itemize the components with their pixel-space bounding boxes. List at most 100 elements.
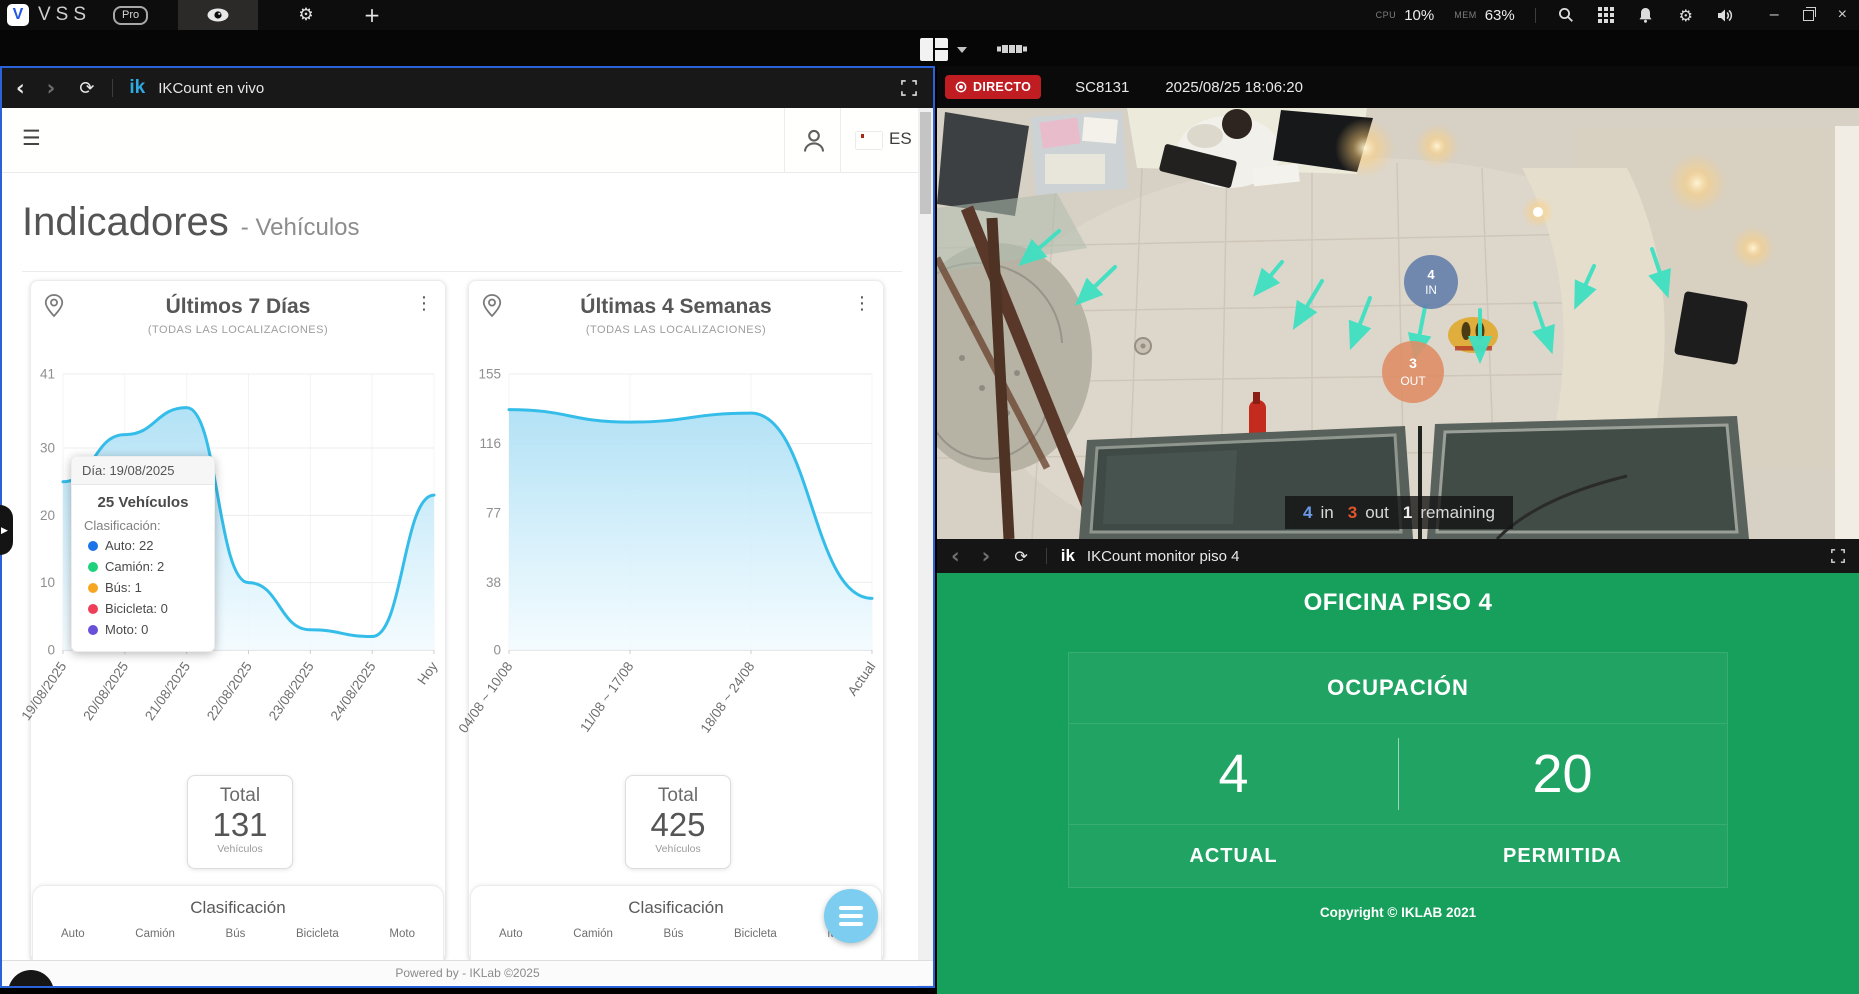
volume-icon[interactable] [1716,5,1736,25]
legend-item: Auto: 22 [88,538,214,553]
total-box: Total 131 Vehículos [187,775,293,869]
mem-label: MEM [1454,10,1477,20]
chevron-down-icon[interactable] [957,47,967,53]
kebab-menu-icon[interactable]: ⋮ [415,293,433,314]
gear-glyph: ⚙ [1679,6,1693,25]
total-label: Total [188,785,292,807]
tooltip-classification-label: Clasificación: [84,518,214,533]
svg-text:0: 0 [493,643,501,658]
fullscreen-icon[interactable] [1831,549,1845,563]
svg-text:10: 10 [40,575,55,590]
toolbar-divider [112,79,113,97]
in-count-bubble: 4 IN [1404,255,1458,309]
video-wall-icon[interactable] [994,40,1028,58]
settings-gear-icon[interactable]: ⚙ [1676,5,1696,25]
vss-logo-icon: V [7,4,29,26]
kebab-menu-icon[interactable]: ⋮ [853,293,871,314]
spain-flag-icon[interactable] [856,132,882,149]
user-icon[interactable] [802,128,826,154]
page-title: Indicadores- Vehículos [22,200,360,245]
overlay-out-count: 3 [1348,503,1357,523]
refresh-button[interactable]: ⟳ [1014,547,1027,566]
occupancy-monitor: OFICINA PISO 4 OCUPACIÓN 4 20 ACTUAL PER… [937,573,1859,994]
live-badge-text: DIRECTO [973,80,1031,94]
classification-title: Clasificación [471,898,881,918]
language-label[interactable]: ES [889,129,912,149]
browser-pane-dashboard: ‹ › ⟳ ik IKCount en vivo ☰ ES [0,66,935,988]
class-column-label: Bicicleta [296,928,339,940]
expand-arrow-icon: ▶ [1,525,8,536]
mem-value: 63% [1485,7,1515,24]
svg-text:11/08 ~ 17/08: 11/08 ~ 17/08 [577,659,636,735]
browser-tab-title: IKCount en vivo [158,80,264,97]
title-bar: V VSS Pro ⚙ + CPU 10% MEM 63% [0,0,1859,30]
header-divider [784,108,785,172]
overlay-in-count: 4 [1303,503,1312,523]
menu-hamburger-icon[interactable]: ☰ [22,126,41,150]
classification-panel: Clasificación AutoCamiónBúsBicicletaMoto [32,885,444,963]
close-button[interactable]: × [1838,6,1847,24]
floating-menu-button[interactable] [824,889,878,943]
fullscreen-icon[interactable] [901,80,917,96]
header-divider-2 [840,108,841,172]
ikcount-logo-icon: ik [1061,546,1075,566]
footprints-sticker [1448,317,1498,353]
occupancy-card: OCUPACIÓN 4 20 ACTUAL PERMITIDA [1068,652,1728,888]
class-column-label: Camión [135,928,175,940]
legend-dot [88,541,98,551]
camera-timestamp: 2025/08/25 18:06:20 [1165,79,1303,96]
tab-settings[interactable]: ⚙ [276,0,336,30]
page-title-sub: - Vehículos [241,214,360,241]
classification-title: Clasificación [33,898,443,918]
refresh-button[interactable]: ⟳ [79,78,94,99]
class-column-label: Auto [499,928,523,940]
live-badge: DIRECTO [945,75,1041,99]
notifications-bell-icon[interactable] [1636,5,1656,25]
occupancy-values: 4 20 [1069,724,1727,825]
svg-text:Actual: Actual [845,659,879,698]
split-divider-h [935,48,948,50]
minimize-button[interactable]: – [1770,6,1779,24]
forward-button[interactable]: › [982,544,991,568]
classification-columns: AutoCamiónBúsBicicletaMoto [471,928,881,940]
back-button[interactable]: ‹ [16,76,25,100]
restore-button[interactable] [1803,10,1814,21]
cpu-label: CPU [1376,10,1397,20]
svg-text:20/08/2025: 20/08/2025 [80,659,131,723]
layout-split-icon[interactable] [920,38,948,61]
forward-button[interactable]: › [47,76,56,100]
total-value: 131 [188,807,292,843]
class-column-label: Bicicleta [734,928,777,940]
powered-by-text: Powered by - IKLab ©2025 [395,966,539,980]
flag-emblem [861,134,864,138]
side-expand-tab[interactable]: ▶ [0,505,13,555]
legend-item: Bús: 1 [88,580,214,595]
camera-id: SC8131 [1075,79,1129,96]
svg-text:20: 20 [40,508,55,523]
tab-live-view[interactable] [178,0,258,30]
page-scrollbar[interactable] [918,108,933,986]
menu-bar [839,906,863,910]
occupancy-labels: ACTUAL PERMITIDA [1069,825,1727,887]
class-column-label: Camión [573,928,613,940]
occupancy-header: OCUPACIÓN [1069,653,1727,724]
eye-icon [206,7,230,23]
svg-text:24/08/2025: 24/08/2025 [328,659,379,723]
apps-grid-icon[interactable] [1596,5,1616,25]
svg-text:IN: IN [1425,285,1437,297]
back-button[interactable]: ‹ [951,544,960,568]
svg-text:38: 38 [486,575,501,590]
svg-text:18/08 ~ 24/08: 18/08 ~ 24/08 [698,659,758,736]
allowed-value: 20 [1398,724,1727,824]
search-icon[interactable] [1556,5,1576,25]
camera-feed[interactable]: 4 IN 3 OUT [937,108,1859,539]
tab-add[interactable]: + [348,0,396,30]
chart-subtitle: (TODAS LAS LOCALIZACIONES) [31,324,445,336]
scrollbar-thumb[interactable] [920,112,931,214]
title-rule [22,271,902,272]
overlay-in-word: in [1321,503,1334,523]
system-tray: CPU 10% MEM 63% ⚙ – × [1376,0,1859,30]
camera-toolbar: DIRECTO SC8131 2025/08/25 18:06:20 [937,66,1859,108]
chart-title: Últimos 7 Días [31,295,445,319]
card-last-4-weeks: Últimas 4 Semanas (TODAS LAS LOCALIZACIO… [468,280,884,962]
